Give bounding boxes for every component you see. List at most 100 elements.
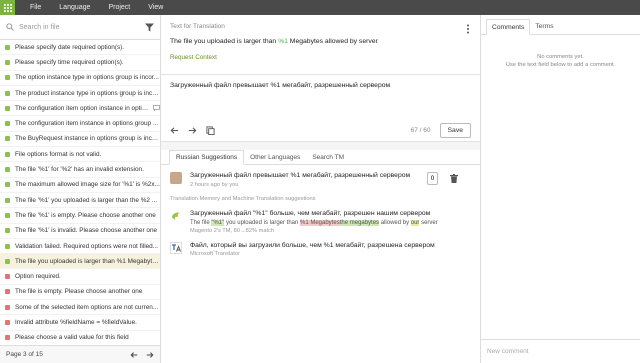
status-icon bbox=[5, 151, 10, 157]
list-item-label: The file you uploaded is larger than %1 … bbox=[15, 257, 160, 265]
list-item[interactable]: Option required. bbox=[0, 269, 160, 285]
list-item[interactable]: Please choose a valid value for this fie… bbox=[0, 331, 160, 345]
list-item[interactable]: The maximum allowed image size for '%1' … bbox=[0, 178, 160, 193]
top-bar: File Language Project View ? vezirbek bbox=[0, 0, 640, 363]
tm-source-diff: The file "%1" you uploaded is larger tha… bbox=[190, 220, 438, 226]
filter-icon[interactable] bbox=[145, 22, 154, 32]
tm-icon bbox=[170, 210, 182, 222]
status-icon bbox=[5, 59, 10, 65]
status-icon bbox=[5, 304, 10, 310]
source-text-after: Megabytes allowed by server bbox=[287, 38, 378, 45]
placeholder-token[interactable]: %1 bbox=[278, 38, 288, 45]
status-icon bbox=[5, 197, 10, 203]
new-comment-input[interactable]: New comment bbox=[481, 339, 640, 363]
status-icon bbox=[5, 274, 10, 280]
search-bar[interactable]: Search in file bbox=[0, 15, 160, 40]
list-item[interactable]: File options format is not valid. bbox=[0, 147, 160, 163]
diff-segment: The file bbox=[190, 220, 212, 226]
list-item-label: The file is empty. Please choose another… bbox=[15, 288, 143, 296]
request-context-link[interactable]: Request Context bbox=[170, 54, 471, 61]
list-item[interactable]: The option instance type in options grou… bbox=[0, 71, 160, 86]
list-item[interactable]: The file '%1' for '%2' has an invalid ex… bbox=[0, 162, 160, 178]
no-comments-line-2: Use the text field below to add a commen… bbox=[505, 62, 616, 69]
list-item[interactable]: The file '%1' is invalid. Please choose … bbox=[0, 224, 160, 239]
diff-segment: you uploaded is larger than bbox=[224, 220, 300, 226]
list-item-label: The file '%1' is empty. Please choose an… bbox=[15, 211, 156, 219]
list-item[interactable]: The BuyRequest instance in options group… bbox=[0, 132, 160, 148]
list-item-label: The BuyRequest instance in options group… bbox=[15, 135, 160, 143]
status-icon bbox=[5, 258, 10, 264]
list-item-label: Invalid attribute %fieldName = %fieldVal… bbox=[15, 318, 137, 326]
trash-icon[interactable] bbox=[450, 174, 458, 183]
more-options-icon[interactable] bbox=[465, 24, 471, 34]
status-icon bbox=[5, 75, 10, 81]
char-counter: 67 / 60 bbox=[410, 126, 431, 134]
menu-file[interactable]: File bbox=[30, 4, 41, 11]
list-item[interactable]: The file you uploaded is larger than %1 … bbox=[0, 254, 160, 270]
editor-toolbar: 67 / 60 Save bbox=[161, 119, 480, 142]
list-item[interactable]: Some of the selected item options are no… bbox=[0, 300, 160, 316]
tm-heading: Translation Memory and Machine Translati… bbox=[170, 196, 316, 202]
list-item-label: The file '%1' for '%2' has an invalid ex… bbox=[15, 166, 144, 174]
next-page-icon[interactable] bbox=[146, 351, 154, 359]
tab-search-tm[interactable]: Search TM bbox=[306, 150, 350, 164]
tab-russian-suggestions[interactable]: Russian Suggestions bbox=[169, 150, 245, 165]
list-item[interactable]: Validation failed. Required options were… bbox=[0, 239, 160, 255]
list-item-label: The file '%1' you uploaded is larger tha… bbox=[15, 196, 158, 204]
source-section: Text for Translation The file you upload… bbox=[161, 15, 480, 75]
menu-bar: File Language Project View bbox=[30, 4, 163, 11]
status-icon bbox=[5, 105, 10, 111]
pager: Page 3 of 15 bbox=[0, 345, 160, 363]
list-item[interactable]: The file '%1' you uploaded is larger tha… bbox=[0, 193, 160, 209]
copy-source-icon[interactable] bbox=[206, 125, 215, 135]
list-item[interactable]: The file is empty. Please choose another… bbox=[0, 285, 160, 301]
vote-button[interactable]: 0 bbox=[427, 172, 438, 185]
diff-segment: server bbox=[419, 220, 438, 226]
prev-page-icon[interactable] bbox=[130, 351, 138, 359]
list-item[interactable]: The file '%1' is empty. Please choose an… bbox=[0, 208, 160, 224]
diff-segment: %1 Megabytes bbox=[300, 220, 340, 226]
menu-view[interactable]: View bbox=[148, 4, 163, 11]
list-item[interactable]: The configuration item option instance i… bbox=[0, 101, 160, 117]
translation-input[interactable]: Загруженный файл превышает %1 мегабайт, … bbox=[161, 75, 480, 119]
list-item[interactable]: The configuration item instance in optio… bbox=[0, 116, 160, 132]
list-item-label: Some of the selected item options are no… bbox=[15, 303, 159, 311]
status-icon bbox=[5, 90, 10, 96]
list-item[interactable]: The product instance type in options gro… bbox=[0, 86, 160, 102]
tm-entry[interactable]: Загруженный файл "%1" больше, чем мегаба… bbox=[161, 202, 480, 234]
mt-entry[interactable]: Файл, который вы загрузили больше, чем %… bbox=[161, 234, 480, 257]
mt-source-info: Microsoft Translator bbox=[190, 251, 240, 257]
editor-panel: Text for Translation The file you upload… bbox=[161, 15, 480, 363]
list-item[interactable]: Invalid attribute %fieldName = %fieldVal… bbox=[0, 315, 160, 331]
next-string-icon[interactable] bbox=[188, 126, 197, 135]
menu-language[interactable]: Language bbox=[59, 4, 90, 11]
menu-project[interactable]: Project bbox=[108, 4, 130, 11]
list-item[interactable]: Please specify date required option(s). bbox=[0, 40, 160, 56]
tm-translation: Загруженный файл "%1" больше, чем мегаба… bbox=[190, 210, 431, 217]
status-icon bbox=[5, 228, 10, 234]
save-button[interactable]: Save bbox=[439, 122, 471, 138]
comments-panel: Comments Terms No comments yet. Use the … bbox=[480, 15, 640, 363]
previous-string-icon[interactable] bbox=[170, 126, 179, 135]
no-comments-message: No comments yet. Use the text field belo… bbox=[481, 53, 640, 70]
source-text-before: The file you uploaded is larger than bbox=[170, 38, 279, 45]
source-heading: Text for Translation bbox=[170, 23, 225, 30]
tab-other-languages[interactable]: Other Languages bbox=[244, 150, 306, 164]
tab-comments[interactable]: Comments bbox=[486, 19, 531, 35]
status-icon bbox=[5, 121, 10, 127]
tab-terms[interactable]: Terms bbox=[530, 19, 558, 34]
list-item-label: The file '%1' is invalid. Please choose … bbox=[15, 227, 158, 235]
no-comments-line-1: No comments yet. bbox=[537, 54, 584, 60]
avatar bbox=[170, 172, 182, 184]
section-spacer bbox=[161, 142, 480, 150]
suggestion-row[interactable]: Загруженный файл превышает %1 мегабайт, … bbox=[161, 165, 480, 188]
source-text: The file you uploaded is larger than %1 … bbox=[170, 38, 471, 45]
search-input[interactable]: Search in file bbox=[19, 24, 59, 31]
list-item-label: Please choose a valid value for this fie… bbox=[15, 334, 129, 342]
status-icon bbox=[5, 44, 10, 50]
apps-grid-icon[interactable] bbox=[0, 0, 15, 15]
list-item[interactable]: Please specify time required option(s). bbox=[0, 55, 160, 71]
list-item-label: Please specify time required option(s). bbox=[15, 58, 124, 66]
search-icon bbox=[6, 23, 14, 31]
status-icon bbox=[5, 136, 10, 142]
